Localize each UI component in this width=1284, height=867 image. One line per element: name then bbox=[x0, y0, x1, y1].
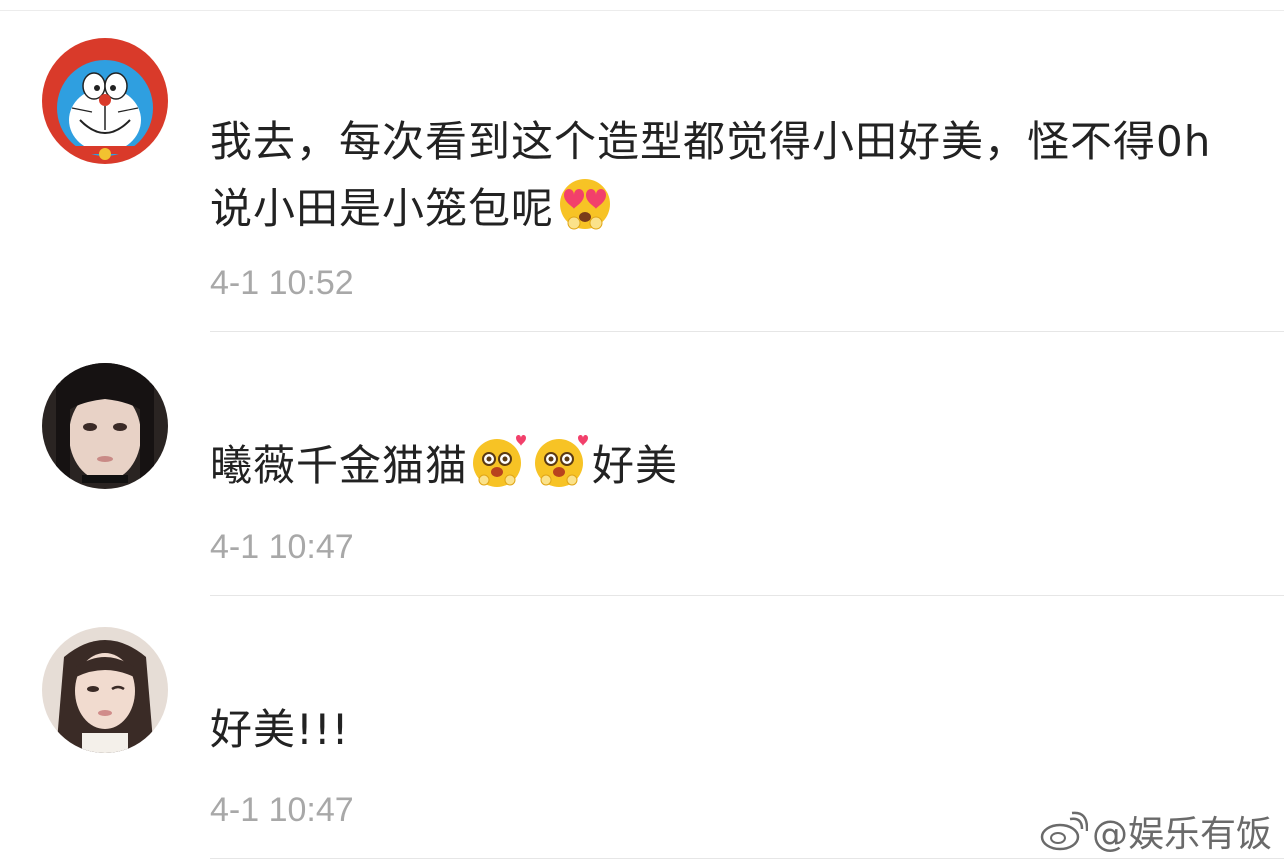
comment-text: 好美!!! bbox=[210, 696, 1230, 763]
comment-timestamp: 4-1 10:47 bbox=[210, 528, 354, 566]
cute-face-emoji-icon bbox=[532, 432, 590, 490]
heart-eyes-emoji-icon bbox=[556, 175, 614, 233]
comment-divider bbox=[210, 331, 1284, 332]
comment-text-part: 曦薇千金猫猫 bbox=[210, 441, 469, 490]
comment-divider bbox=[210, 858, 1284, 859]
comment-timestamp: 4-1 10:47 bbox=[210, 791, 354, 829]
comment-text: 我去，每次看到这个造型都觉得小田好美，怪不得0h说小田是小笼包呢 bbox=[210, 108, 1230, 242]
doraemon-avatar-icon[interactable] bbox=[42, 38, 168, 164]
weibo-logo-icon bbox=[1040, 811, 1088, 851]
comment-text-part: 好美!!! bbox=[210, 705, 350, 754]
watermark-label: @娱乐有饭 bbox=[1091, 814, 1272, 855]
comment-text-part: 好美 bbox=[592, 441, 679, 490]
watermark: @娱乐有饭 bbox=[1040, 805, 1272, 857]
comment-text-part: 我去，每次看到这个造型都觉得小田好美，怪不得 bbox=[210, 117, 1157, 166]
cute-face-emoji-icon bbox=[470, 432, 528, 490]
user-photo-avatar-icon[interactable] bbox=[42, 363, 168, 489]
comment-text: 曦薇千金猫猫 好美 bbox=[210, 432, 1230, 499]
top-divider bbox=[0, 0, 1284, 11]
user-photo-avatar-icon[interactable] bbox=[42, 627, 168, 753]
comment-timestamp: 4-1 10:52 bbox=[210, 264, 354, 302]
comment-divider bbox=[210, 595, 1284, 596]
